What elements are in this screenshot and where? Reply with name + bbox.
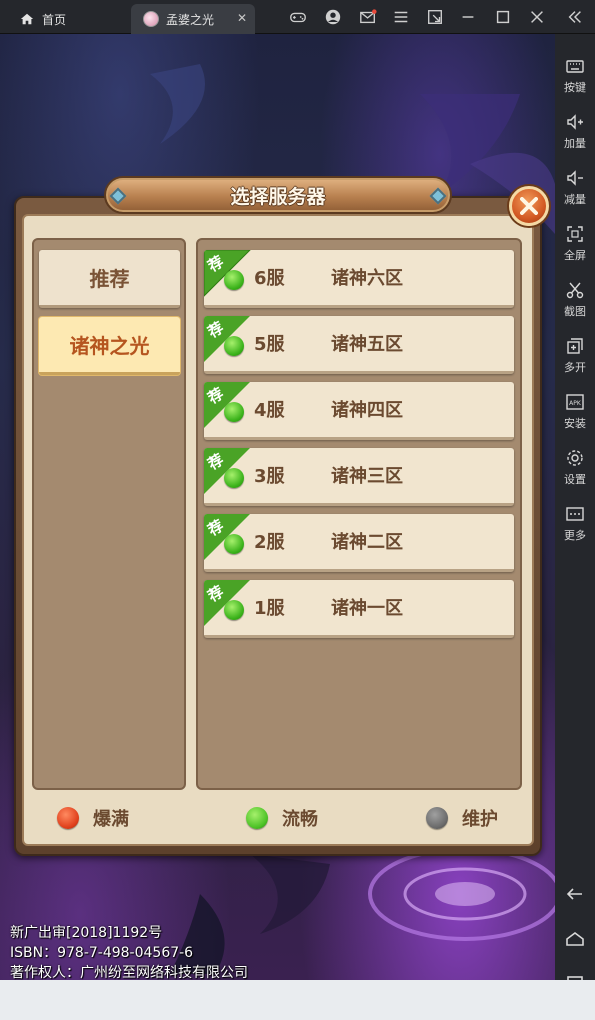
- status-smooth-icon: [246, 807, 268, 829]
- gear-icon: [567, 450, 583, 466]
- sidebar-item-label: 更多: [564, 529, 586, 542]
- status-maintenance-icon: [426, 807, 448, 829]
- server-number: 2服: [254, 532, 285, 553]
- tab-home[interactable]: 首页: [8, 4, 128, 34]
- minimize-icon[interactable]: [459, 8, 477, 26]
- fullscreen-icon: [567, 226, 583, 242]
- server-number: 3服: [254, 466, 285, 487]
- server-number: 1服: [254, 598, 285, 619]
- legend-maintenance-label: 维护: [462, 809, 498, 830]
- server-row[interactable]: 荐 3服 诸神三区: [204, 448, 514, 506]
- game-app-icon: [143, 11, 159, 27]
- sidebar-item-label: 截图: [564, 305, 586, 318]
- multi-instance-icon: [567, 338, 583, 354]
- tab-game[interactable]: 孟婆之光 ✕: [131, 4, 255, 34]
- sidebar-item-keymap[interactable]: 按键: [555, 48, 595, 102]
- emulator-sidebar: 按键 加量 减量 全屏 截图 多开 APK 安装 设置 更多: [555, 34, 595, 990]
- server-row[interactable]: 荐 6服 诸神六区: [204, 250, 514, 308]
- close-icon: [520, 197, 538, 215]
- status-smooth-icon: [224, 600, 244, 620]
- status-smooth-icon: [224, 402, 244, 422]
- gamepad-icon[interactable]: [289, 8, 307, 26]
- sidebar-item-install[interactable]: APK 安装: [555, 384, 595, 438]
- server-name: 诸神一区: [331, 598, 403, 619]
- category-zhushen-button[interactable]: 诸神之光: [39, 317, 180, 375]
- server-name: 诸神四区: [331, 400, 403, 421]
- sidebar-item-label: 设置: [564, 473, 586, 486]
- sidebar-item-label: 全屏: [564, 249, 586, 262]
- sidebar-item-label: 安装: [564, 417, 586, 430]
- apk-install-icon: APK: [566, 394, 584, 410]
- server-row[interactable]: 荐 1服 诸神一区: [204, 580, 514, 638]
- legend-smooth-label: 流畅: [282, 809, 318, 830]
- sidebar-item-more[interactable]: 更多: [555, 496, 595, 550]
- status-smooth-icon: [224, 468, 244, 488]
- server-row[interactable]: 荐 4服 诸神四区: [204, 382, 514, 440]
- legend-full-label: 爆满: [93, 809, 129, 830]
- tab-home-label: 首页: [42, 12, 67, 27]
- sidebar-item-label: 多开: [564, 361, 586, 374]
- server-name: 诸神六区: [331, 268, 403, 289]
- sidebar-item-label: 按键: [564, 81, 586, 94]
- server-number: 4服: [254, 400, 285, 421]
- collapse-sidebar-icon[interactable]: [566, 8, 584, 26]
- copyright-line-owner: 著作权人：广州纷至网络科技有限公司: [10, 965, 248, 981]
- dialog-title-plate: 选择服务器: [104, 176, 452, 214]
- status-smooth-icon: [224, 534, 244, 554]
- sidebar-item-volume-down[interactable]: 减量: [555, 160, 595, 214]
- bottom-strip: [0, 980, 595, 1020]
- back-icon[interactable]: [565, 884, 585, 904]
- copyright-line-approval: 新广出审[2018]1192号: [10, 925, 163, 941]
- apk-label: APK: [569, 400, 582, 407]
- sidebar-item-settings[interactable]: 设置: [555, 440, 595, 494]
- scissors-icon: [566, 282, 584, 299]
- dialog-title: 选择服务器: [230, 185, 326, 208]
- status-full-icon: [57, 807, 79, 829]
- close-window-icon[interactable]: [528, 8, 546, 26]
- server-name: 诸神二区: [331, 532, 403, 553]
- volume-down-icon: [567, 170, 583, 186]
- copyright-line-isbn: ISBN：978-7-498-04567-6: [10, 945, 194, 961]
- status-smooth-icon: [224, 336, 244, 356]
- sidebar-item-label: 加量: [564, 137, 586, 150]
- server-name: 诸神五区: [331, 334, 403, 355]
- sidebar-item-volume-up[interactable]: 加量: [555, 104, 595, 158]
- server-number: 5服: [254, 334, 285, 355]
- home-nav-icon[interactable]: [565, 929, 585, 949]
- maximize-icon[interactable]: [494, 8, 512, 26]
- pin-window-icon[interactable]: [426, 8, 444, 26]
- legend-full: 爆满: [57, 806, 129, 830]
- server-row[interactable]: 荐 5服 诸神五区: [204, 316, 514, 374]
- sidebar-item-label: 减量: [564, 193, 586, 206]
- dialog-close-button[interactable]: [509, 186, 549, 226]
- volume-up-icon: [567, 114, 583, 130]
- status-smooth-icon: [224, 270, 244, 290]
- server-row[interactable]: 荐 2服 诸神二区: [204, 514, 514, 572]
- tab-close-icon[interactable]: ✕: [237, 11, 247, 25]
- keyboard-icon: [566, 60, 584, 73]
- sidebar-item-multi-instance[interactable]: 多开: [555, 328, 595, 382]
- server-number: 6服: [254, 268, 285, 289]
- legend-smooth: 流畅: [246, 806, 318, 830]
- sidebar-item-screenshot[interactable]: 截图: [555, 272, 595, 326]
- legend-maintenance: 维护: [426, 806, 498, 830]
- tab-game-label: 孟婆之光: [166, 12, 215, 27]
- account-icon[interactable]: [324, 8, 342, 26]
- home-icon: [20, 13, 34, 25]
- menu-icon[interactable]: [392, 8, 410, 26]
- category-recommended-button[interactable]: 推荐: [39, 250, 180, 308]
- emulator-titlebar: 首页 孟婆之光 ✕: [0, 0, 595, 34]
- more-icon: [566, 507, 584, 521]
- mail-icon[interactable]: [359, 8, 377, 26]
- server-name: 诸神三区: [331, 466, 403, 487]
- sidebar-item-fullscreen[interactable]: 全屏: [555, 216, 595, 270]
